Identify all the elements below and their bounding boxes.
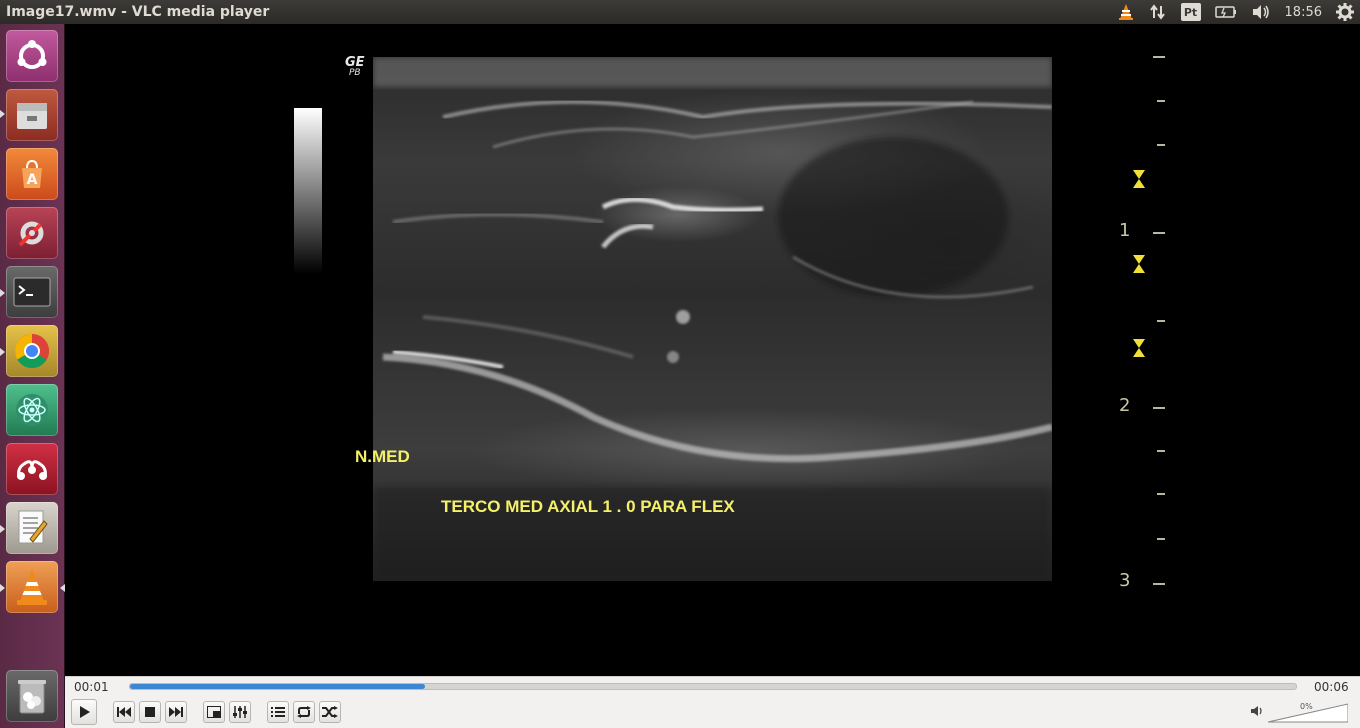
depth-tick [1157, 493, 1165, 495]
depth-tick [1157, 320, 1165, 322]
loop-icon [297, 706, 311, 718]
depth-label-2: 2 [1119, 395, 1131, 416]
indicator-area: Pt 18:56 [1103, 0, 1360, 24]
focus-marker-icon [1133, 255, 1145, 277]
time-elapsed[interactable]: 00:01 [74, 680, 109, 694]
running-indicator [0, 289, 5, 297]
clock[interactable]: 18:56 [1285, 5, 1322, 20]
depth-tick [1153, 56, 1165, 58]
depth-label-1: 1 [1119, 220, 1131, 241]
svg-text:A: A [27, 172, 38, 188]
files-icon[interactable] [6, 89, 58, 141]
seek-bar-fill [130, 684, 425, 689]
vlc-icon[interactable] [6, 561, 58, 613]
keyboard-layout-indicator[interactable]: Pt [1180, 3, 1201, 21]
atom-icon[interactable] [6, 384, 58, 436]
top-panel: Image17.wmv - VLC media player Pt 18:56 [0, 0, 1360, 24]
seek-bar[interactable] [129, 683, 1297, 690]
speaker-icon[interactable] [1251, 4, 1271, 20]
mendeley-icon[interactable] [6, 443, 58, 495]
network-arrows-icon[interactable] [1149, 3, 1167, 21]
grayscale-bar [294, 108, 322, 274]
next-button[interactable] [165, 701, 187, 723]
focus-marker-icon [1133, 339, 1145, 361]
next-icon [169, 707, 183, 717]
software-center-icon[interactable]: A [6, 148, 58, 200]
loop-button[interactable] [293, 701, 315, 723]
extended-settings-button[interactable] [229, 701, 251, 723]
previous-icon [117, 707, 131, 717]
equalizer-icon [233, 706, 247, 718]
launcher: A [0, 24, 65, 728]
time-total[interactable]: 00:06 [1314, 680, 1349, 694]
speaker-icon[interactable] [1250, 705, 1264, 720]
fullscreen-icon [207, 706, 221, 718]
keyboard-layout-label: Pt [1180, 3, 1201, 21]
nerve-label: N.MED [355, 447, 410, 466]
ge-logo: GE PB [345, 56, 365, 79]
running-indicator [0, 110, 5, 118]
shuffle-icon [322, 706, 338, 718]
running-indicator [0, 525, 5, 533]
depth-tick [1153, 583, 1165, 585]
trash-icon[interactable] [6, 670, 58, 722]
play-icon [80, 706, 90, 718]
play-button[interactable] [71, 699, 97, 725]
vlc-cone-icon[interactable] [1117, 3, 1135, 21]
depth-tick [1157, 538, 1165, 540]
terminal-icon[interactable] [6, 266, 58, 318]
depth-scale: 1 2 3 [1105, 52, 1165, 602]
video-area[interactable]: GE PB N.MED TERCO MED AXIAL 1 . 0 PARA F… [65, 24, 1360, 676]
depth-tick [1153, 232, 1165, 234]
stop-button[interactable] [139, 701, 161, 723]
focus-marker-icon [1133, 170, 1145, 192]
playlist-button[interactable] [267, 701, 289, 723]
text-editor-icon[interactable] [6, 502, 58, 554]
volume-control[interactable]: 0% [1251, 699, 1350, 725]
player-controls: 00:01 00:06 0% [65, 676, 1360, 728]
volume-percent: 0% [1300, 702, 1313, 711]
chrome-icon[interactable] [6, 325, 58, 377]
fullscreen-button[interactable] [203, 701, 225, 723]
ubuntu-dash-icon[interactable] [6, 30, 58, 82]
battery-icon[interactable] [1214, 5, 1237, 19]
gear-icon[interactable] [1336, 3, 1354, 21]
system-settings-icon[interactable] [6, 207, 58, 259]
previous-button[interactable] [113, 701, 135, 723]
scan-caption: TERCO MED AXIAL 1 . 0 PARA FLEX [441, 497, 735, 516]
window-title: Image17.wmv - VLC media player [6, 4, 270, 20]
playlist-icon [271, 707, 285, 717]
depth-tick [1157, 144, 1165, 146]
stop-icon [145, 707, 155, 717]
depth-tick [1153, 407, 1165, 409]
running-indicator [0, 584, 5, 592]
depth-tick [1157, 450, 1165, 452]
depth-label-3: 3 [1119, 570, 1131, 591]
random-button[interactable] [319, 701, 341, 723]
depth-tick [1157, 100, 1165, 102]
running-indicator [0, 348, 5, 356]
